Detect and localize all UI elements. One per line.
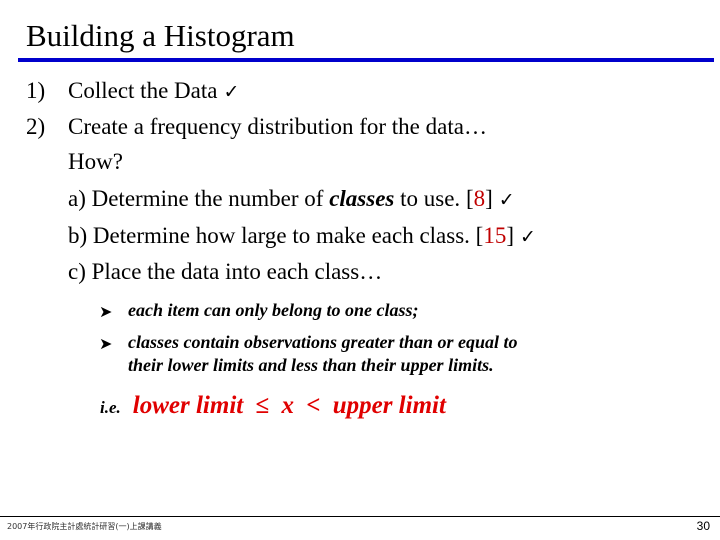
slide-title: Building a Histogram xyxy=(26,18,295,53)
less-than-symbol: < xyxy=(306,392,321,419)
ie-label: i.e. xyxy=(100,398,121,417)
checkmark-icon: ✓ xyxy=(498,189,515,211)
bullet-class-limits-line2: their lower limits and less than their u… xyxy=(128,355,494,375)
less-equal-symbol: ≤ xyxy=(255,392,270,419)
emphasis-classes: classes xyxy=(329,186,395,211)
footer-divider xyxy=(0,516,720,517)
step-text: Create a frequency distribution for the … xyxy=(68,114,487,139)
substep-text-tail: to use. xyxy=(394,186,466,211)
lower-limit-text: lower limit xyxy=(132,392,244,419)
checkmark-icon: ✓ xyxy=(223,81,240,103)
bracket-open: [ xyxy=(465,186,474,211)
class-width-value: 15 xyxy=(483,223,507,248)
substep-b: b) Determine how large to make each clas… xyxy=(68,222,536,251)
ie-formula-row: i.e. lower limit ≤ x < upper limit xyxy=(100,392,446,420)
substep-c: c) Place the data into each class… xyxy=(68,259,383,284)
checkmark-icon: ✓ xyxy=(520,226,536,248)
title-underline xyxy=(18,58,714,62)
step-1: 1) Collect the Data ✓ xyxy=(26,77,239,106)
bracket-close: ] xyxy=(485,186,493,211)
bullet-class-limits-line1: classes contain observations greater tha… xyxy=(128,332,518,352)
inequality-formula: lower limit ≤ x < upper limit xyxy=(133,392,446,419)
class-count-value: 8 xyxy=(473,186,486,211)
bullet-one-class: each item can only belong to one class; xyxy=(128,300,419,320)
step-text: Collect the Data xyxy=(68,78,218,103)
footer-course-text: 2007年行政院主計處統計研習(一)上課講義 xyxy=(7,522,162,531)
substep-text: a) Determine the number of xyxy=(68,186,330,211)
step-2: 2) Create a frequency distribution for th… xyxy=(26,113,487,141)
page-number: 30 xyxy=(696,519,710,533)
arrow-bullet-icon: ➤ xyxy=(99,334,113,353)
step-number: 2) xyxy=(26,114,46,139)
substep-a: a) Determine the number of classes to us… xyxy=(68,185,515,214)
how-label: How? xyxy=(68,149,123,174)
bracket-close: ] xyxy=(506,223,515,248)
x-variable: x xyxy=(281,392,294,419)
substep-text: b) Determine how large to make each clas… xyxy=(68,223,476,248)
arrow-bullet-icon: ➤ xyxy=(99,302,113,321)
step-number: 1) xyxy=(26,78,46,103)
upper-limit-text: upper limit xyxy=(332,392,446,419)
